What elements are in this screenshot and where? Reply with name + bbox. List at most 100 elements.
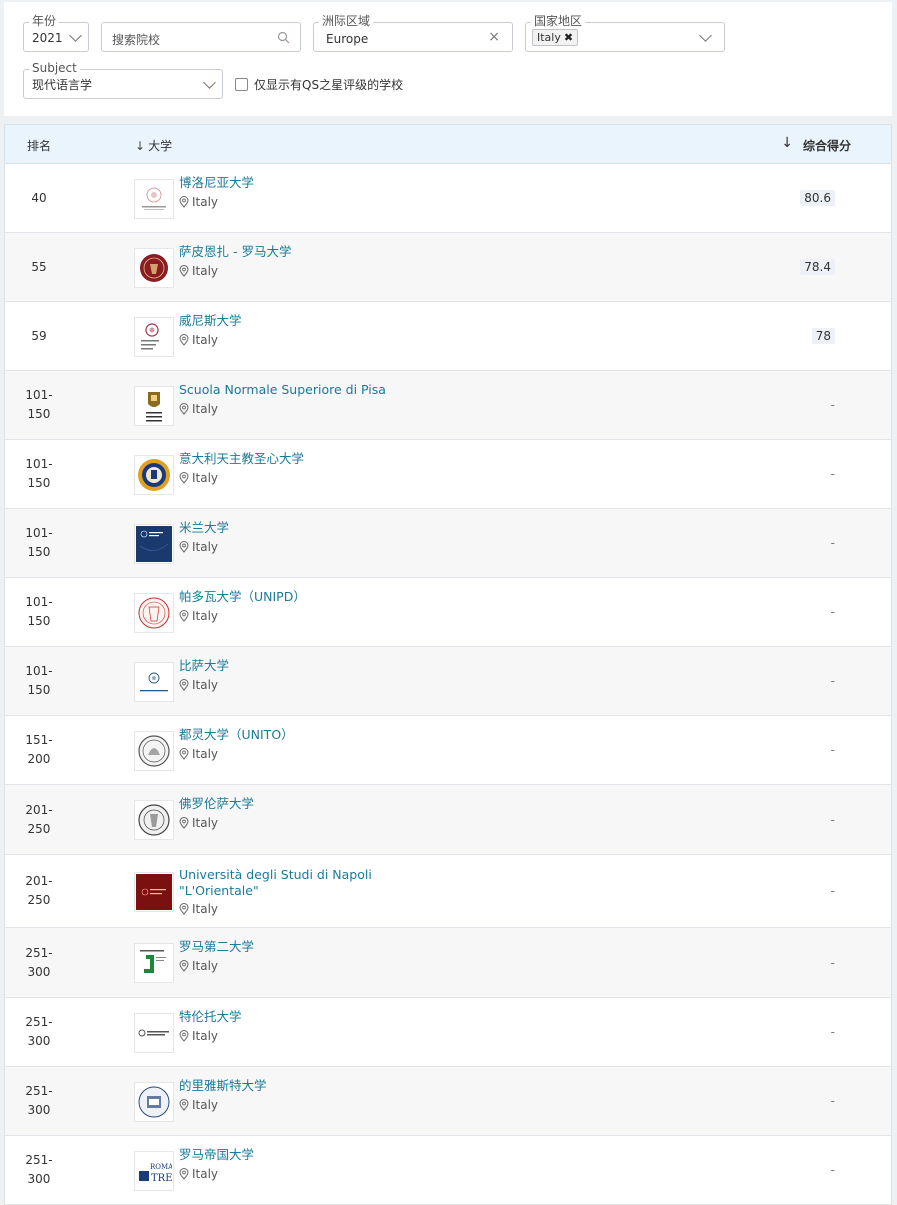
university-logo[interactable] [134, 593, 174, 633]
rank-cell: 101- 150 [15, 578, 63, 646]
rank-cell: 251- 300 [15, 1136, 63, 1204]
rank-value: 101- [25, 526, 53, 540]
table-row[interactable]: 251- 300 ROMA TRE 罗马帝国大学 Italy - [4, 1136, 892, 1205]
university-header-label: 大学 [148, 139, 173, 153]
score-value: - [830, 955, 835, 970]
university-name-link[interactable]: 威尼斯大学 [179, 313, 242, 329]
university-logo[interactable] [134, 872, 174, 912]
country-name: Italy [192, 902, 219, 916]
country-name: Italy [192, 471, 219, 485]
table-row[interactable]: 251- 300 特伦托大学 Italy - [4, 998, 892, 1067]
university-logo[interactable] [134, 731, 174, 771]
country-name: Italy [192, 402, 219, 416]
rank-cell: 251- 300 [15, 928, 63, 997]
university-name-link[interactable]: 特伦托大学 [179, 1009, 242, 1025]
score-cell: - [831, 855, 835, 927]
milano-block-icon [136, 526, 172, 562]
chip-remove-icon[interactable]: ✖ [564, 30, 573, 45]
table-row[interactable]: 101- 150 意大利天主教圣心大学 Italy - [4, 440, 892, 509]
score-value: - [830, 884, 835, 898]
qs-stars-filter[interactable]: 仅显示有QS之星评级的学校 [235, 76, 403, 93]
rank-cell: 251- 300 [15, 1067, 63, 1135]
university-name-link[interactable]: 都灵大学（UNITO） [179, 727, 294, 743]
university-logo[interactable] [134, 800, 174, 840]
university-name-link[interactable]: 比萨大学 [179, 658, 229, 674]
score-cell: - [831, 440, 835, 508]
year-select[interactable]: 年份 2021 [23, 14, 89, 52]
search-placeholder: 搜索院校 [112, 33, 161, 47]
score-cell: - [831, 785, 835, 854]
table-header: 排名 ↓ 大学 ↓ 综合得分 [4, 124, 892, 164]
score-value: - [830, 1025, 835, 1039]
sort-down-icon[interactable]: ↓ [781, 135, 793, 151]
university-name-link[interactable]: 帕多瓦大学（UNIPD） [179, 589, 306, 605]
score-value: - [830, 1094, 835, 1108]
score-cell: - [831, 371, 835, 439]
table-row[interactable]: 59 威尼斯大学 Italy 78 [4, 302, 892, 371]
university-name-link[interactable]: 罗马帝国大学 [179, 1147, 254, 1163]
university-logo[interactable]: ROMA TRE [134, 1151, 174, 1191]
university-name-link[interactable]: 米兰大学 [179, 520, 229, 536]
search-input[interactable]: 搜索院校 [101, 22, 301, 52]
university-name-link[interactable]: 博洛尼亚大学 [179, 175, 254, 191]
rank-column-header[interactable]: 排名 [27, 137, 51, 154]
score-column-header[interactable]: 综合得分 [803, 137, 851, 154]
university-logo[interactable] [134, 317, 174, 357]
university-logo[interactable] [134, 524, 174, 564]
country-name: Italy [192, 959, 219, 973]
university-logo[interactable] [134, 248, 174, 288]
score-cell: - [831, 1067, 835, 1135]
table-row[interactable]: 101- 150 比萨大学 Italy - [4, 647, 892, 716]
location-pin-icon [179, 265, 189, 277]
university-name-link[interactable]: 的里雅斯特大学 [179, 1078, 267, 1094]
location: Italy [179, 959, 218, 973]
table-row[interactable]: 101- 150 帕多瓦大学（UNIPD） Italy - [4, 578, 892, 647]
qs-stars-checkbox[interactable] [235, 78, 248, 91]
university-logo[interactable] [134, 1013, 174, 1053]
subject-select[interactable]: Subject 现代语言学 [23, 61, 223, 99]
score-value: - [830, 674, 835, 688]
table-row[interactable]: 55 萨皮恩扎 - 罗马大学 Italy 78.4 [4, 233, 892, 302]
region-select[interactable]: 洲际区域 Europe × [313, 14, 513, 52]
country-name: Italy [192, 540, 219, 554]
university-name-link[interactable]: Scuola Normale Superiore di Pisa [179, 382, 386, 398]
location: Italy [179, 609, 218, 623]
university-column-header[interactable]: ↓ 大学 [135, 137, 172, 154]
sapienza-seal-icon [140, 254, 168, 282]
table-row[interactable]: 151- 200 都灵大学（UNITO） Italy - [4, 716, 892, 785]
table-row[interactable]: 251- 300 的里雅斯特大学 Italy - [4, 1067, 892, 1136]
university-logo[interactable] [134, 662, 174, 702]
clear-icon[interactable]: × [488, 29, 500, 45]
university-name-link[interactable]: Università degli Studi di Napoli "L'Orie… [179, 867, 389, 899]
location: Italy [179, 1029, 218, 1043]
university-logo[interactable] [134, 943, 174, 983]
subject-value: 现代语言学 [32, 78, 93, 92]
university-logo[interactable] [134, 455, 174, 495]
rank-value: 251- [25, 1084, 53, 1098]
location-pin-icon [179, 472, 189, 484]
country-name: Italy [192, 747, 219, 761]
location-pin-icon [179, 334, 189, 346]
table-row[interactable]: 251- 300 罗马第二大学 Italy - [4, 928, 892, 998]
table-row[interactable]: 101- 150 米兰大学 Italy - [4, 509, 892, 578]
table-row[interactable]: 201- 250 佛罗伦萨大学 Italy - [4, 785, 892, 855]
search-icon[interactable] [277, 31, 290, 44]
rank-value: 251- [25, 1015, 53, 1029]
university-logo[interactable] [134, 1082, 174, 1122]
table-row[interactable]: 40 博洛尼亚大学 Italy 80.6 [4, 164, 892, 233]
location-pin-icon [179, 1099, 189, 1111]
rank-cell: 201- 250 [15, 855, 63, 927]
university-logo[interactable] [134, 179, 174, 219]
table-row[interactable]: 101- 150 Scuola Normale Superiore di Pisa… [4, 371, 892, 440]
country-select[interactable]: 国家地区 Italy ✖ [525, 14, 725, 52]
university-name-link[interactable]: 罗马第二大学 [179, 939, 254, 955]
university-name-link[interactable]: 萨皮恩扎 - 罗马大学 [179, 244, 291, 260]
country-chip[interactable]: Italy ✖ [532, 29, 579, 46]
university-name-link[interactable]: 意大利天主教圣心大学 [179, 451, 304, 467]
table-row[interactable]: 201- 250 Università degli Studi di Napoli… [4, 855, 892, 928]
qs-stars-label: 仅显示有QS之星评级的学校 [254, 78, 404, 92]
university-name-link[interactable]: 佛罗伦萨大学 [179, 796, 254, 812]
university-logo[interactable] [134, 386, 174, 426]
rank-value-second-line: 300 [27, 964, 51, 979]
sort-arrow-icon: ↓ [135, 139, 146, 153]
